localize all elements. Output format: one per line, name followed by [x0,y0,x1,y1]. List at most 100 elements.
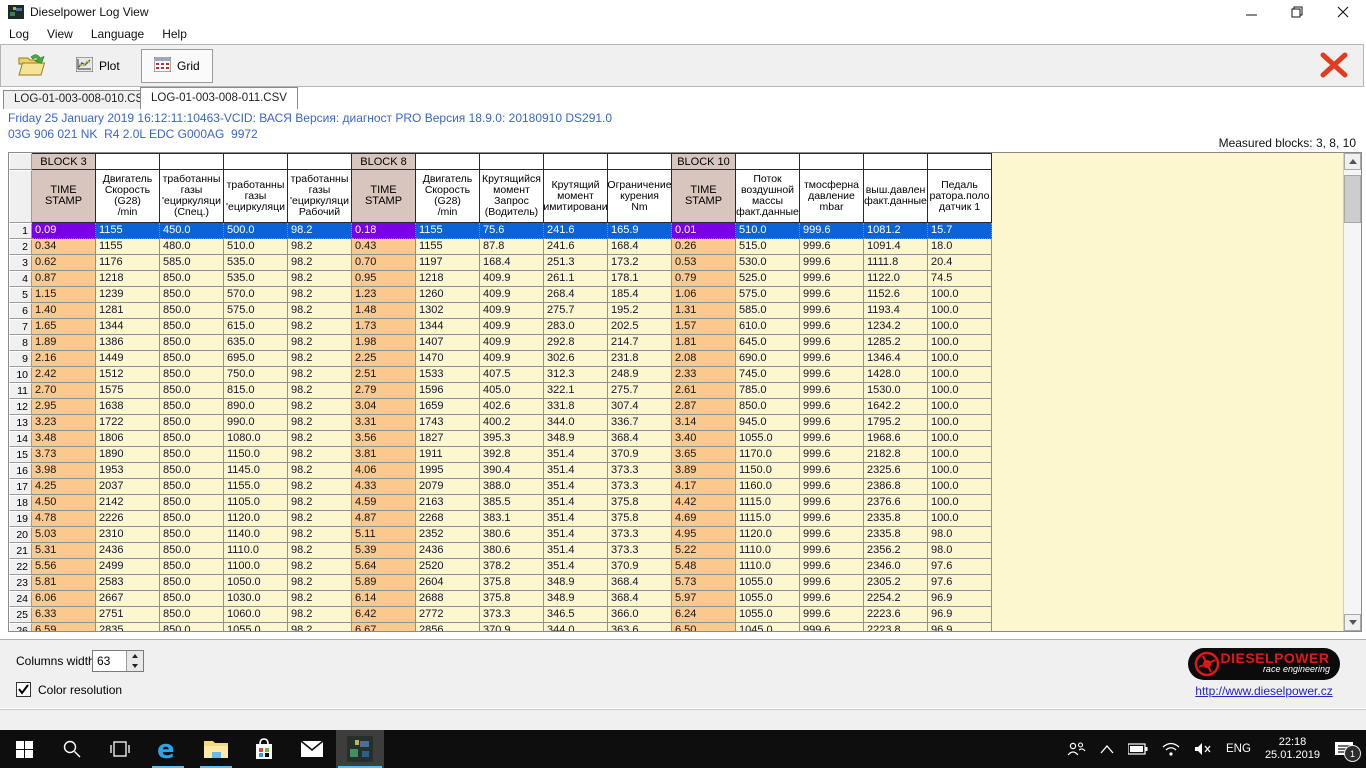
table-cell[interactable]: 1122.0 [864,271,928,287]
column-header[interactable]: TIME STAMP [352,170,416,223]
table-cell[interactable]: 1890 [96,447,160,463]
table-cell[interactable]: 0.09 [32,223,96,239]
table-cell[interactable]: 635.0 [224,335,288,351]
table-cell[interactable]: 570.0 [224,287,288,303]
table-cell[interactable]: 500.0 [224,223,288,239]
table-cell[interactable]: 2583 [96,575,160,591]
table-cell[interactable]: 1091.4 [864,239,928,255]
table-cell[interactable]: 368.4 [608,431,672,447]
table-cell[interactable]: 999.6 [800,479,864,495]
table-cell[interactable]: 292.8 [544,335,608,351]
notification-button[interactable]: 1 [1334,740,1361,762]
table-cell[interactable]: 351.4 [544,527,608,543]
table-cell[interactable]: 98.2 [288,399,352,415]
table-cell[interactable]: 4.78 [32,511,96,527]
table-cell[interactable]: 1743 [416,415,480,431]
table-cell[interactable]: 2436 [416,543,480,559]
row-number-button[interactable]: 10 [9,367,32,383]
table-cell[interactable]: 390.4 [480,463,544,479]
table-cell[interactable]: 1795.2 [864,415,928,431]
table-cell[interactable]: 98.2 [288,335,352,351]
table-cell[interactable]: 173.2 [608,255,672,271]
column-header[interactable]: тработанны газы 'ециркуляци (Спец.) [160,170,224,223]
table-cell[interactable]: 5.39 [352,543,416,559]
plot-button[interactable]: Plot [63,49,133,83]
table-cell[interactable]: 98.2 [288,479,352,495]
row-number-button[interactable]: 24 [9,591,32,607]
table-cell[interactable]: 380.6 [480,527,544,543]
table-cell[interactable]: 850.0 [160,607,224,623]
table-cell[interactable]: 1170.0 [736,447,800,463]
row-number-button[interactable]: 22 [9,559,32,575]
table-cell[interactable]: 850.0 [160,591,224,607]
table-cell[interactable]: 409.9 [480,271,544,287]
table-cell[interactable]: 1110.0 [736,543,800,559]
table-cell[interactable]: 0.01 [672,223,736,239]
table-cell[interactable]: 1080.0 [224,431,288,447]
table-cell[interactable]: 530.0 [736,255,800,271]
table-cell[interactable]: 850.0 [160,399,224,415]
table-cell[interactable]: 1.40 [32,303,96,319]
table-cell[interactable]: 2142 [96,495,160,511]
table-cell[interactable]: 400.2 [480,415,544,431]
table-cell[interactable]: 98.2 [288,319,352,335]
mail-button[interactable] [288,730,336,768]
table-cell[interactable]: 20.4 [928,255,992,271]
table-cell[interactable]: 1055.0 [224,623,288,631]
table-cell[interactable]: 5.03 [32,527,96,543]
table-cell[interactable]: 98.2 [288,575,352,591]
table-cell[interactable]: 2499 [96,559,160,575]
table-cell[interactable]: 0.34 [32,239,96,255]
table-cell[interactable]: 2856 [416,623,480,631]
table-cell[interactable]: 4.87 [352,511,416,527]
spinner-up-button[interactable] [127,651,143,661]
table-cell[interactable]: 2346.0 [864,559,928,575]
volume-muted-icon[interactable] [1194,742,1212,756]
table-cell[interactable]: 344.0 [544,623,608,631]
language-indicator[interactable]: ENG [1226,743,1251,755]
table-cell[interactable]: 1.31 [672,303,736,319]
column-header[interactable]: Педаль ратора.поло датчик 1 [928,170,992,223]
table-cell[interactable]: 100.0 [928,367,992,383]
table-cell[interactable]: 2.87 [672,399,736,415]
table-cell[interactable]: 312.3 [544,367,608,383]
table-cell[interactable]: 2182.8 [864,447,928,463]
columns-width-spinner[interactable]: 63 [92,650,144,672]
table-cell[interactable]: 999.6 [800,527,864,543]
table-cell[interactable]: 1659 [416,399,480,415]
table-cell[interactable]: 98.2 [288,527,352,543]
table-cell[interactable]: 378.2 [480,559,544,575]
table-cell[interactable]: 168.4 [480,255,544,271]
table-cell[interactable]: 1346.4 [864,351,928,367]
table-cell[interactable]: 2667 [96,591,160,607]
close-log-button[interactable] [1315,50,1353,82]
table-cell[interactable]: 1953 [96,463,160,479]
table-cell[interactable]: 850.0 [160,495,224,511]
table-cell[interactable]: 2335.8 [864,511,928,527]
row-number-button[interactable]: 7 [9,319,32,335]
table-cell[interactable]: 98.2 [288,495,352,511]
table-cell[interactable]: 3.04 [352,399,416,415]
table-cell[interactable]: 351.4 [544,447,608,463]
table-cell[interactable]: 2751 [96,607,160,623]
table-cell[interactable]: 178.1 [608,271,672,287]
table-cell[interactable]: 1060.0 [224,607,288,623]
table-cell[interactable]: 268.4 [544,287,608,303]
table-cell[interactable]: 4.59 [352,495,416,511]
table-cell[interactable]: 850.0 [160,575,224,591]
columns-width-value[interactable]: 63 [93,651,126,671]
table-cell[interactable]: 1045.0 [736,623,800,631]
row-number-button[interactable]: 13 [9,415,32,431]
table-cell[interactable]: 251.3 [544,255,608,271]
table-cell[interactable]: 100.0 [928,383,992,399]
table-cell[interactable]: 510.0 [736,223,800,239]
column-header[interactable]: TIME STAMP [32,170,96,223]
table-cell[interactable]: 2.61 [672,383,736,399]
search-button[interactable] [48,730,96,768]
table-cell[interactable]: 999.6 [800,303,864,319]
table-cell[interactable]: 850.0 [160,543,224,559]
row-number-button[interactable]: 6 [9,303,32,319]
table-cell[interactable]: 168.4 [608,239,672,255]
table-cell[interactable]: 3.73 [32,447,96,463]
table-cell[interactable]: 575.0 [224,303,288,319]
